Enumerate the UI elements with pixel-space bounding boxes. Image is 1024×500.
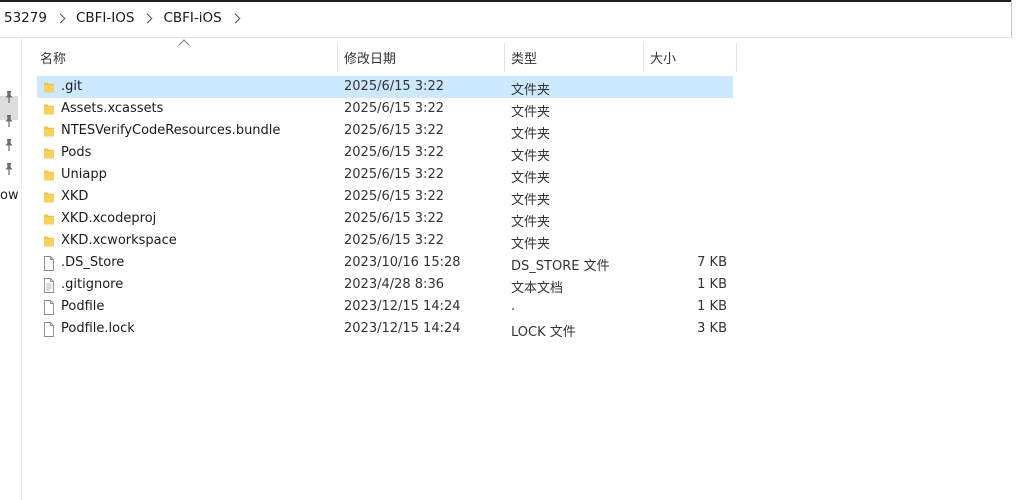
file-type: 文件夹	[511, 237, 551, 252]
column-divider[interactable]	[736, 42, 737, 72]
window-top-edge	[0, 0, 1012, 2]
file-name: .gitignore	[61, 277, 124, 292]
breadcrumb: 53279 CBFI-IOS CBFI-iOS	[4, 10, 251, 26]
file-date: 2023/10/16 15:28	[344, 255, 461, 270]
nav-item-label[interactable]: ow	[0, 188, 20, 203]
column-header-type[interactable]: 类型	[505, 44, 643, 70]
folder-icon	[43, 102, 55, 116]
file-size: 1 KB	[697, 277, 727, 292]
file-date: 2025/6/15 3:22	[344, 79, 444, 94]
folder-icon	[43, 212, 55, 226]
folder-icon	[43, 146, 55, 160]
file-name: XKD	[61, 189, 89, 204]
file-type: 文本文档	[511, 281, 564, 296]
pin-icon[interactable]	[3, 90, 15, 104]
file-type: 文件夹	[511, 171, 551, 186]
file-name: XKD.xcworkspace	[61, 233, 177, 248]
breadcrumb-item-2[interactable]: CBFI-IOS	[76, 10, 134, 26]
address-bar[interactable]: 53279 CBFI-IOS CBFI-iOS	[0, 0, 1012, 38]
file-date: 2023/4/28 8:36	[344, 277, 444, 292]
column-header-size[interactable]: 大小	[644, 44, 736, 70]
file-type: 文件夹	[511, 127, 551, 142]
file-name: .git	[61, 79, 83, 94]
file-row[interactable]: .DS_Store 2023/10/16 15:28 DS_STORE 文件 7 KB	[37, 252, 733, 274]
file-row[interactable]: .gitignore 2023/4/28 8:36 文本文档 1 KB	[37, 274, 733, 296]
file-type: 文件夹	[511, 105, 551, 120]
file-type: DS_STORE 文件	[511, 259, 610, 274]
file-row[interactable]: Podfile 2023/12/15 14:24. 1 KB	[37, 296, 733, 318]
file-type: LOCK 文件	[511, 325, 576, 340]
file-row[interactable]: NTESVerifyCodeResources.bundle 2025/6/15 …	[37, 120, 733, 142]
file-date: 2025/6/15 3:22	[344, 101, 444, 116]
file-type: .	[511, 299, 516, 314]
pin-icon[interactable]	[3, 162, 15, 176]
file-type: 文件夹	[511, 193, 551, 208]
chevron-right-icon[interactable]	[230, 13, 241, 23]
blank-file-icon	[43, 300, 55, 315]
file-name: Podfile.lock	[61, 321, 135, 336]
file-name: .DS_Store	[61, 255, 125, 270]
folder-icon	[43, 190, 55, 204]
file-date: 2025/6/15 3:22	[344, 189, 444, 204]
file-row[interactable]: Pods 2025/6/15 3:22 文件夹	[37, 142, 733, 164]
file-date: 2025/6/15 3:22	[344, 211, 444, 226]
file-row[interactable]: .git 2025/6/15 3:22 文件夹	[37, 76, 733, 98]
navigation-pane[interactable]: ow	[0, 38, 22, 500]
scrollbar-track[interactable]	[1012, 0, 1024, 500]
file-size: 7 KB	[697, 255, 727, 270]
file-name: Pods	[61, 145, 92, 160]
file-row[interactable]: XKD.xcodeproj 2025/6/15 3:22 文件夹	[37, 208, 733, 230]
folder-icon	[43, 80, 55, 94]
file-size: 1 KB	[697, 299, 727, 314]
pin-icon[interactable]	[3, 114, 15, 128]
chevron-right-icon[interactable]	[142, 13, 153, 23]
file-date: 2025/6/15 3:22	[344, 233, 444, 248]
file-name: Assets.xcassets	[61, 101, 164, 116]
breadcrumb-item-3[interactable]: CBFI-iOS	[163, 10, 221, 26]
file-type: 文件夹	[511, 83, 551, 98]
column-header-name[interactable]: 名称	[34, 44, 336, 70]
file-date: 2025/6/15 3:22	[344, 123, 444, 138]
file-date: 2025/6/15 3:22	[344, 145, 444, 160]
column-header-date[interactable]: 修改日期	[338, 44, 504, 70]
chevron-right-icon[interactable]	[55, 13, 66, 23]
file-type: 文件夹	[511, 215, 551, 230]
text-file-icon	[43, 278, 55, 293]
folder-icon	[43, 234, 55, 248]
file-date: 2023/12/15 14:24	[344, 321, 461, 336]
file-name: NTESVerifyCodeResources.bundle	[61, 123, 281, 138]
file-row[interactable]: XKD 2025/6/15 3:22 文件夹	[37, 186, 733, 208]
breadcrumb-item-1[interactable]: 53279	[4, 10, 47, 26]
folder-icon	[43, 124, 55, 138]
file-name: Uniapp	[61, 167, 107, 182]
file-row[interactable]: Podfile.lock 2023/12/15 14:24 LOCK 文件 3 KB	[37, 318, 733, 340]
file-row[interactable]: XKD.xcworkspace 2025/6/15 3:22 文件夹	[37, 230, 733, 252]
file-name: XKD.xcodeproj	[61, 211, 157, 226]
folder-icon	[43, 168, 55, 182]
file-date: 2023/12/15 14:24	[344, 299, 461, 314]
file-name: Podfile	[61, 299, 105, 314]
file-date: 2025/6/15 3:22	[344, 167, 444, 182]
blank-file-icon	[43, 322, 55, 337]
pin-icon[interactable]	[3, 138, 15, 152]
file-size: 3 KB	[697, 321, 727, 336]
file-row[interactable]: Uniapp 2025/6/15 3:22 文件夹	[37, 164, 733, 186]
file-icon	[43, 256, 55, 271]
file-row[interactable]: Assets.xcassets 2025/6/15 3:22 文件夹	[37, 98, 733, 120]
file-type: 文件夹	[511, 149, 551, 164]
